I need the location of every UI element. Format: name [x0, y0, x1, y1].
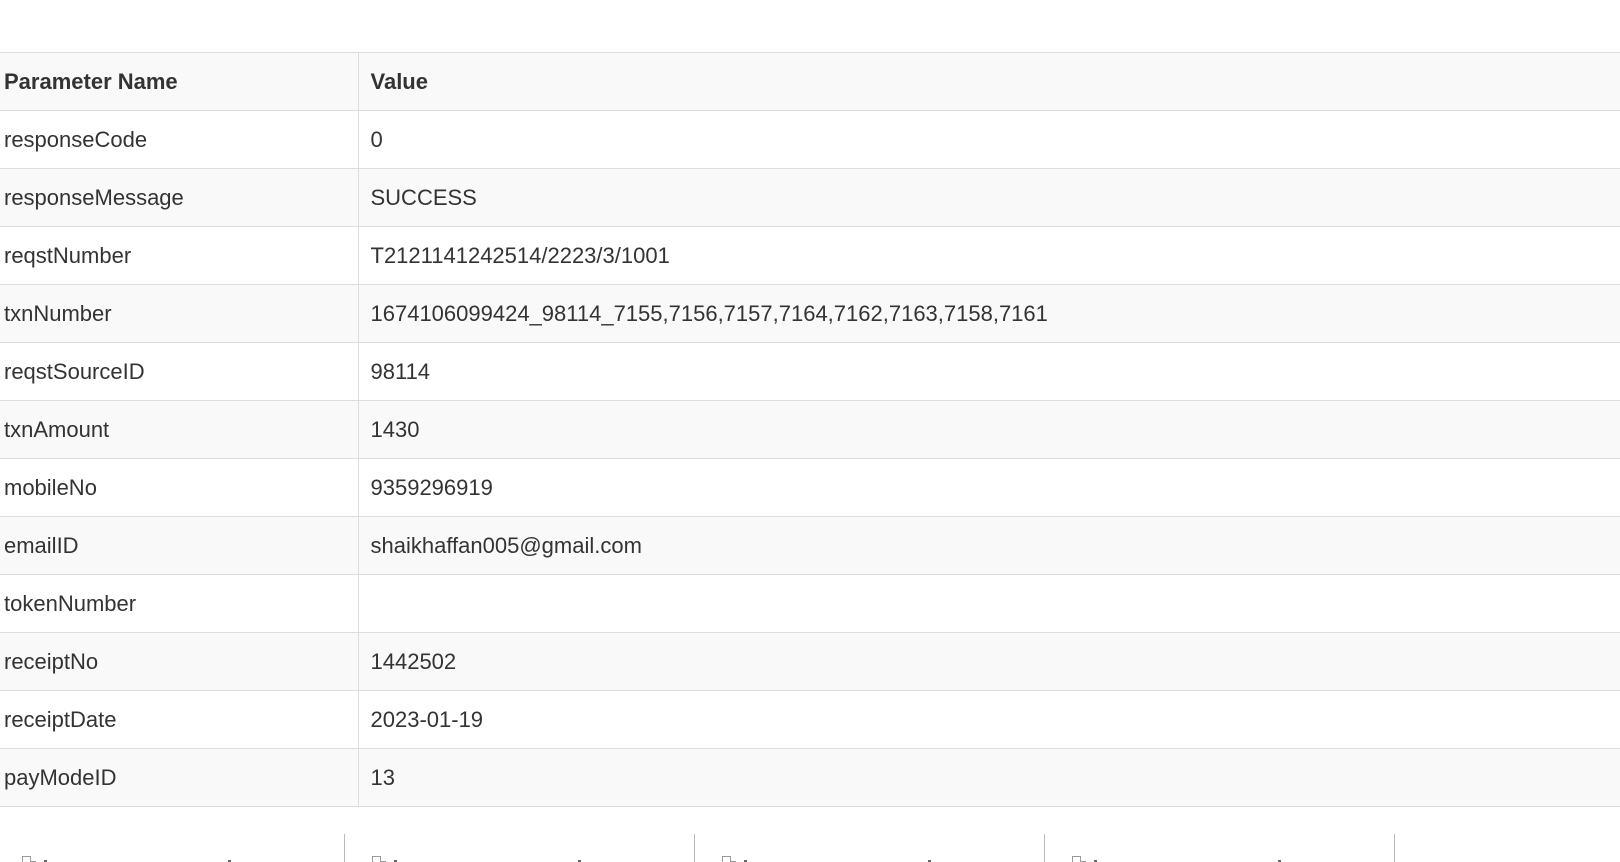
parameter-value-cell: 1442502: [357, 632, 1620, 691]
parameters-table: Parameter Name Value responseCode 0 resp…: [0, 52, 1620, 807]
document-icon[interactable]: [722, 856, 736, 862]
document-icon[interactable]: [372, 856, 386, 862]
thumbnail-divider: [344, 834, 345, 862]
table-row: receiptNo 1442502: [0, 632, 1620, 691]
attachment-thumbnail-strip: [0, 826, 1620, 862]
parameter-name-cell: txnNumber: [0, 284, 358, 343]
column-header-value: Value: [357, 52, 1620, 111]
parameter-value-cell: 2023-01-19: [357, 690, 1620, 749]
table-row: responseMessage SUCCESS: [0, 168, 1620, 227]
parameter-value-cell: [357, 574, 1620, 633]
parameter-name-cell: receiptNo: [0, 632, 358, 691]
parameter-value-cell: T2121141242514/2223/3/1001: [357, 226, 1620, 285]
parameter-name-cell: reqstSourceID: [0, 342, 358, 401]
parameter-name-cell: txnAmount: [0, 400, 358, 459]
table-row: txnNumber 1674106099424_98114_7155,7156,…: [0, 284, 1620, 343]
parameter-value-cell: 98114: [357, 342, 1620, 401]
table-row: receiptDate 2023-01-19: [0, 690, 1620, 749]
document-icon[interactable]: [22, 856, 36, 862]
page: Parameter Name Value responseCode 0 resp…: [0, 0, 1620, 862]
parameter-name-cell: emailID: [0, 516, 358, 575]
thumbnail-divider: [694, 834, 695, 862]
thumbnail-divider: [1044, 834, 1045, 862]
table-header-row: Parameter Name Value: [0, 52, 1620, 111]
parameter-name-cell: reqstNumber: [0, 226, 358, 285]
parameter-name-cell: tokenNumber: [0, 574, 358, 633]
parameter-value-cell: 0: [357, 110, 1620, 169]
parameter-name-cell: payModeID: [0, 748, 358, 807]
parameter-value-cell: 9359296919: [357, 458, 1620, 517]
parameter-value-cell: SUCCESS: [357, 168, 1620, 227]
parameter-value-cell: 1674106099424_98114_7155,7156,7157,7164,…: [357, 284, 1620, 343]
parameter-name-cell: receiptDate: [0, 690, 358, 749]
table-row: reqstNumber T2121141242514/2223/3/1001: [0, 226, 1620, 285]
parameter-value-cell: shaikhaffan005@gmail.com: [357, 516, 1620, 575]
column-header-parameter-name: Parameter Name: [0, 52, 358, 111]
table-row: payModeID 13: [0, 748, 1620, 807]
parameter-name-cell: responseMessage: [0, 168, 358, 227]
table-row: mobileNo 9359296919: [0, 458, 1620, 517]
table-row: txnAmount 1430: [0, 400, 1620, 459]
table-row: tokenNumber: [0, 574, 1620, 633]
parameter-name-cell: mobileNo: [0, 458, 358, 517]
parameter-value-cell: 1430: [357, 400, 1620, 459]
table-row: reqstSourceID 98114: [0, 342, 1620, 401]
document-icon[interactable]: [1072, 856, 1086, 862]
parameter-value-cell: 13: [357, 748, 1620, 807]
thumbnail-divider: [1394, 834, 1395, 862]
table-row: emailID shaikhaffan005@gmail.com: [0, 516, 1620, 575]
table-row: responseCode 0: [0, 110, 1620, 169]
table-body: responseCode 0 responseMessage SUCCESS r…: [0, 110, 1620, 807]
parameter-name-cell: responseCode: [0, 110, 358, 169]
